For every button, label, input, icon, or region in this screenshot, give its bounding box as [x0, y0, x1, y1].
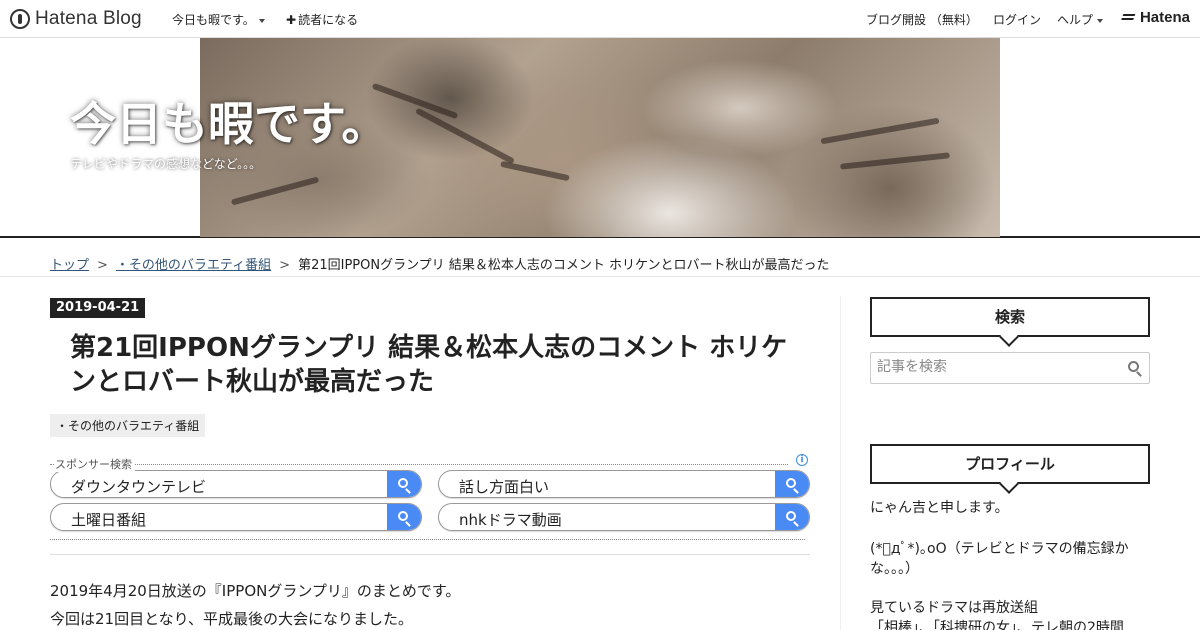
sponsored-search-pill[interactable]: ダウンタウンテレビ	[50, 470, 422, 498]
global-header-bar: Hatena Blog 今日も暇です。 ✚ 読者になる ブログ開設 （無料） ログ…	[0, 0, 1200, 38]
profile-widget-title: プロフィール	[870, 444, 1150, 484]
search-button[interactable]	[775, 504, 809, 530]
sponsor-label: スポンサー検索	[55, 456, 135, 472]
sponsor-bottom-line	[50, 539, 805, 540]
subscribe-label: 読者になる	[298, 13, 359, 27]
sponsored-search-text: 話し方面白い	[459, 478, 550, 496]
blog-title[interactable]: 今日も暇です。	[70, 88, 387, 154]
search-icon	[786, 511, 796, 521]
breadcrumb-current: 第21回IPPONグランプリ 結果＆松本人志のコメント ホリケンとロバート秋山が…	[298, 258, 830, 273]
profile-text-line: (*ﾟдﾟ*)｡oO（テレビとドラマの備忘録か	[870, 541, 1129, 557]
profile-text-line: な。。。）	[870, 561, 919, 577]
search-widget-title: 検索	[870, 297, 1150, 337]
entry-body-line: 今回は21回目となり、平成最後の大会になりました。	[50, 610, 414, 628]
blog-header: 今日も暇です。 テレビやドラマの感想などなど。。。	[0, 38, 1200, 238]
info-icon[interactable]: i	[796, 454, 808, 466]
sponsored-search-text: ダウンタウンテレビ	[71, 478, 207, 496]
breadcrumb-divider	[0, 276, 1200, 277]
fur-stripe	[839, 152, 951, 170]
breadcrumb-category-link[interactable]: ・その他のバラエティ番組	[116, 258, 271, 273]
entry-category-tag[interactable]: ・その他のバラエティ番組	[50, 414, 206, 437]
sidebar-search-input[interactable]	[877, 359, 1117, 375]
sponsored-search-text: 土曜日番組	[71, 511, 147, 529]
entry-title[interactable]: 第21回IPPONグランプリ 結果＆松本人志のコメント ホリケンとロバート秋山が…	[70, 331, 810, 399]
hatena-logo[interactable]: Hatena	[1123, 9, 1190, 26]
search-icon	[786, 478, 796, 488]
chevron-down-icon	[258, 18, 265, 23]
search-icon[interactable]	[1128, 361, 1139, 372]
help-label: ヘルプ	[1057, 13, 1094, 27]
breadcrumb-top-link[interactable]: トップ	[50, 258, 89, 273]
sponsored-search-text: nhkドラマ動画	[459, 511, 562, 529]
sponsored-search-pill[interactable]: nhkドラマ動画	[438, 503, 810, 531]
article: 2019-04-21 第21回IPPONグランプリ 結果＆松本人志のコメント ホ…	[50, 296, 810, 628]
sponsored-search-box: スポンサー検索 i ダウンタウンテレビ 話し方面白い 土曜日番組 nhkドラマ動…	[50, 454, 810, 554]
entry-body-line: 2019年4月20日放送の『IPPONグランプリ』のまとめです。	[50, 582, 461, 600]
breadcrumb-separator: >	[279, 258, 291, 273]
subscribe-button[interactable]: ✚ 読者になる	[286, 11, 358, 28]
sponsored-search-pill[interactable]: 土曜日番組	[50, 503, 422, 531]
search-icon	[398, 511, 408, 521]
sidebar-divider	[840, 296, 841, 630]
profile-text-line: 見ているドラマは再放送組	[870, 600, 1038, 616]
entry-date-badge[interactable]: 2019-04-21	[50, 298, 146, 318]
help-dropdown[interactable]: ヘルプ	[1057, 11, 1104, 28]
chevron-down-icon	[1097, 18, 1104, 23]
search-icon	[398, 478, 408, 488]
hatena-blog-logo[interactable]: Hatena Blog	[10, 8, 142, 30]
sponsored-search-pill[interactable]: 話し方面白い	[438, 470, 810, 498]
search-button[interactable]	[775, 471, 809, 497]
search-button[interactable]	[387, 471, 421, 497]
hatena-logo-text: Hatena	[1139, 9, 1190, 26]
profile-text-line: にゃん吉と申します。	[870, 500, 1009, 516]
sidebar-search-box[interactable]	[870, 352, 1150, 384]
breadcrumb: トップ > ・その他のバラエティ番組 > 第21回IPPONグランプリ 結果＆松本人志の…	[50, 254, 830, 273]
hatena-logo-icon	[1123, 12, 1137, 24]
content-divider	[50, 554, 810, 555]
hatena-blog-logo-icon	[10, 9, 30, 29]
blog-menu-dropdown[interactable]: 今日も暇です。	[172, 11, 265, 28]
search-button[interactable]	[387, 504, 421, 530]
breadcrumb-separator: >	[97, 258, 108, 273]
create-blog-link[interactable]: ブログ開設 （無料）	[866, 11, 978, 28]
fur-stripe	[415, 107, 515, 165]
entry-body: 2019年4月20日放送の『IPPONグランプリ』のまとめです。 今回は21回目…	[50, 577, 460, 630]
sponsor-top-line	[50, 464, 788, 465]
fur-stripe	[500, 160, 570, 182]
fur-stripe	[820, 117, 940, 145]
fur-stripe	[230, 176, 320, 206]
blog-menu-label: 今日も暇です。	[172, 13, 255, 27]
profile-text-line: 「相棒」、「科捜研の女」、テレ朝の2時間	[870, 620, 1124, 630]
plus-icon: ✚	[286, 13, 297, 27]
hatena-blog-logo-text: Hatena Blog	[35, 8, 142, 29]
blog-description: テレビやドラマの感想などなど。。。	[70, 157, 262, 171]
login-link[interactable]: ログイン	[993, 11, 1041, 28]
